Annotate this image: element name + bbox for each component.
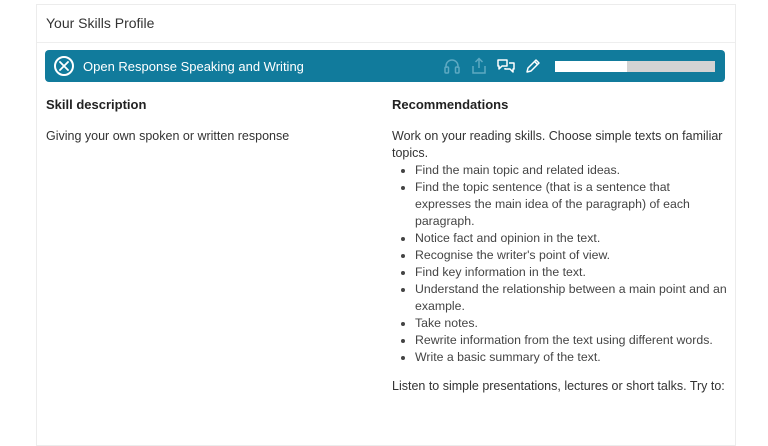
list-item: Find key information in the text. xyxy=(415,264,727,281)
skill-progress-fill xyxy=(555,61,627,72)
recommendations-list: Find the main topic and related ideas. F… xyxy=(392,162,727,366)
upload-icon[interactable] xyxy=(470,57,488,75)
recommendations-intro-listening: Listen to simple presentations, lectures… xyxy=(392,379,725,393)
skill-description-heading: Skill description xyxy=(46,97,147,112)
list-item: Write a basic summary of the text. xyxy=(415,349,727,366)
list-item: Notice fact and opinion in the text. xyxy=(415,230,727,247)
skill-description-section: Skill description Giving your own spoken… xyxy=(46,96,366,145)
list-item: Rewrite information from the text using … xyxy=(415,332,727,349)
list-item: Find the topic sentence (that is a sente… xyxy=(415,179,727,230)
list-item: Take notes. xyxy=(415,315,727,332)
list-item: Understand the relationship between a ma… xyxy=(415,281,727,315)
pencil-icon[interactable] xyxy=(524,57,542,75)
skill-progress-bar xyxy=(555,61,715,72)
recommendations-section: Recommendations Work on your reading ski… xyxy=(392,96,727,395)
list-item: Recognise the writer's point of view. xyxy=(415,247,727,264)
skill-bar: Open Response Speaking and Writing xyxy=(45,50,725,82)
recommendations-heading: Recommendations xyxy=(392,97,509,112)
close-button[interactable] xyxy=(54,56,74,76)
skill-description-text: Giving your own spoken or written respon… xyxy=(46,129,290,143)
recommendations-intro: Work on your reading skills. Choose simp… xyxy=(392,129,723,160)
speech-bubbles-icon[interactable] xyxy=(496,57,515,75)
headphones-icon[interactable] xyxy=(443,57,461,75)
page-title: Your Skills Profile xyxy=(46,15,155,31)
list-item: Find the main topic and related ideas. xyxy=(415,162,727,179)
header-divider xyxy=(37,42,735,43)
skill-name: Open Response Speaking and Writing xyxy=(83,59,304,74)
close-icon xyxy=(59,61,69,71)
